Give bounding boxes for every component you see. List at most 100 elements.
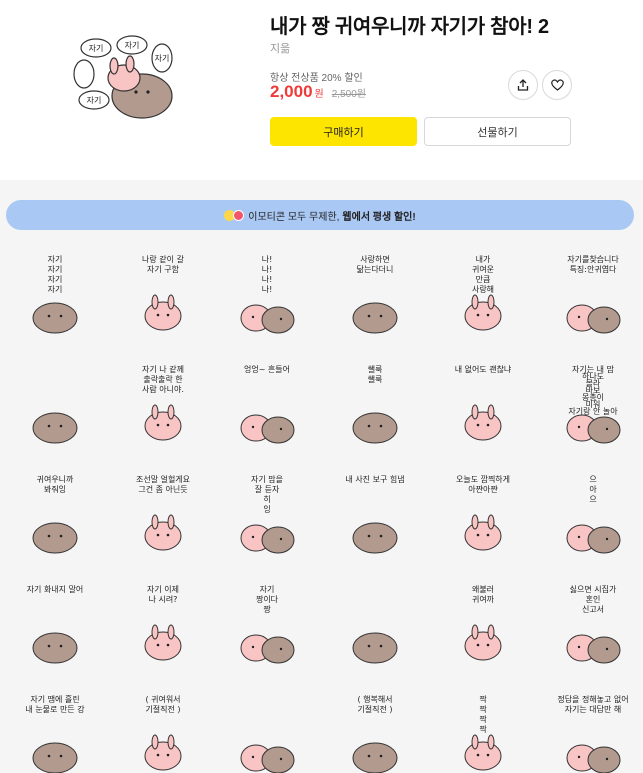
- sticker-slap[interactable]: 짝짝짝짝: [438, 690, 528, 773]
- sticker-text: 기절직전 ): [357, 704, 392, 714]
- sticker-dizzy[interactable]: [222, 690, 312, 773]
- sticker-text: 자기 구함: [147, 265, 180, 274]
- sticker-answer[interactable]: 정답을 정해놓고 없어 자기는 대답만 해: [548, 690, 638, 773]
- sticker-text: 엉엉~ 흔들어: [244, 364, 290, 374]
- sticker-twins[interactable]: 오늘도 깜찍하게 아쨘아쨘: [438, 470, 528, 560]
- thumb-text-3: 자기: [87, 96, 102, 105]
- promo-text: 이모티콘 모두 무제한,: [248, 211, 340, 223]
- sticker-text: 내가: [476, 255, 491, 264]
- sticker-text: 자기를찾습니다: [567, 254, 619, 264]
- sticker-fire[interactable]: 으아으: [548, 470, 638, 560]
- sticker-text: 잘 듣자: [255, 485, 280, 494]
- thumb-text-4: 자기: [155, 54, 170, 63]
- sticker-cold-now[interactable]: 자기 이제 나 시려?: [118, 580, 208, 670]
- sticker-hate-tired[interactable]: 싫으면 시집가 혼인 신고서: [548, 580, 638, 670]
- share-button[interactable]: [508, 70, 538, 100]
- sticker-text: 나!: [262, 285, 273, 294]
- sticker-text: 귀여까: [472, 594, 495, 604]
- sticker-content: 이모티콘 모두 무제한, 웹에서 평생 할인! 자기 자기 자기 자기 나랑 같이 갈자…: [0, 180, 643, 773]
- sticker-text: 내 눈물로 만든 강: [25, 704, 85, 714]
- sticker-text: 자기 맘을: [251, 474, 283, 484]
- sticker-text: ( 행복해서: [357, 694, 392, 704]
- sticker-thumbs[interactable]: 자기 짱이다 짱: [222, 580, 312, 670]
- sticker-text: 나 시려?: [149, 594, 178, 604]
- author-name[interactable]: 지읆: [270, 40, 290, 56]
- sticker-text: 으: [589, 475, 596, 484]
- sticker-text: 으: [589, 495, 596, 504]
- sticker-text: 내 사진 보구 힘냄: [345, 474, 404, 484]
- sticker-text: 자기 화내지 말어: [27, 584, 84, 594]
- sticker-text: 짝: [479, 694, 487, 704]
- sticker-text: ( 귀여워서: [145, 694, 180, 704]
- sticker-text: 혼인: [586, 594, 601, 604]
- promo-banner[interactable]: 이모티콘 모두 무제한, 웹에서 평생 할인!: [6, 200, 634, 230]
- thumb-text-2: 자기: [125, 41, 140, 50]
- sticker-typing[interactable]: 조선말 얼헐게요 그건 좀 아닌듯: [118, 470, 208, 560]
- sticker-text: 기절직전 ): [145, 704, 180, 714]
- sticker-text: 자기: [260, 585, 275, 594]
- sticker-text: 자기는 대답만 해: [565, 704, 622, 714]
- sticker-jagi-jagi[interactable]: 자기 자기 자기 자기: [10, 250, 100, 340]
- sticker-happy-dizzy[interactable]: ( 행복해서 기절직전 ): [330, 690, 420, 773]
- sticker-text: 자기 나 같께: [142, 364, 184, 374]
- sticker-cute-wink[interactable]: 귀여우니까 봐줘잉: [10, 470, 100, 560]
- sticker-text: 아쨘아쨘: [468, 484, 498, 494]
- price-row: 2,000 원 2,500원: [270, 82, 366, 102]
- sticker-text: 나랑 같이 갈: [142, 254, 185, 264]
- sticker-text: 히: [263, 494, 270, 504]
- sticker-text: 귀여운: [472, 264, 494, 274]
- sticker-whisper[interactable]: 자기는 내 맘 하나도 몰라 바보 몽총이 미워 자기랑 안 놀아: [548, 360, 638, 450]
- sticker-text: 왜불러: [472, 584, 494, 594]
- sticker-text: 자기랑 안 놀아: [568, 406, 618, 416]
- product-header: 자기 자기 자기 자기 내가 짱 귀여우니까 자기가 참아! 2 지읆 항상 전…: [0, 0, 643, 180]
- sticker-sign[interactable]: 자기 맘을 잘 듣자 히 잉: [222, 470, 312, 560]
- thumb-text-1: 자기: [89, 44, 104, 53]
- sticker-text: 조선말 얼헐게요: [136, 474, 190, 484]
- sticker-peek[interactable]: 내 없어도 괜찮냐: [438, 360, 528, 450]
- sticker-big-heart[interactable]: [10, 360, 100, 450]
- product-title: 내가 짱 귀여우니까 자기가 참아! 2: [270, 16, 549, 38]
- sticker-text: 자기: [48, 255, 63, 264]
- sticker-text: 귀여우니까: [37, 474, 74, 484]
- sticker-text: 쌜룩: [368, 365, 383, 374]
- sticker-pouting[interactable]: 엉엉~ 흔들어: [222, 360, 312, 450]
- sticker-hug-me[interactable]: 자기 화내지 말어: [10, 580, 100, 670]
- sticker-earth-love[interactable]: 내가 귀여운 만큼 사랑해: [438, 250, 528, 340]
- sticker-go-together[interactable]: 나랑 같이 갈 자기 구함: [118, 250, 208, 340]
- sticker-text: 정답을 정해놓고 없어: [557, 694, 628, 704]
- sticker-why[interactable]: 왜불러 귀여까: [438, 580, 528, 670]
- sticker-text: 싫으면 시집가: [570, 584, 617, 594]
- sticker-text: 나!: [262, 275, 273, 284]
- sticker-text: 오늘도 깜찍하게: [456, 474, 510, 484]
- heart-icon: [550, 79, 564, 91]
- gift-button[interactable]: 선물하기: [424, 117, 571, 146]
- sticker-text: 짝: [479, 704, 487, 714]
- sticker-love-you[interactable]: 사랑하면 닮는다더니: [330, 250, 420, 340]
- sticker-text: 사랑해: [472, 284, 494, 294]
- like-button[interactable]: [542, 70, 572, 100]
- sticker-text: 쌜룩: [368, 375, 383, 384]
- sticker-text: 닮는다더니: [357, 264, 394, 274]
- original-price: 2,500원: [331, 89, 366, 100]
- sticker-shy[interactable]: 쌜룩 쌜룩: [330, 360, 420, 450]
- sticker-text: 잉: [263, 504, 270, 514]
- buy-button[interactable]: 구매하기: [270, 117, 417, 146]
- sticker-jagi-sheep[interactable]: 자기 나 같께 출락출락 한 사람 아니야.: [118, 360, 208, 450]
- sticker-text: 짝: [479, 724, 487, 734]
- sticker-cute-now[interactable]: ( 귀여워서 기절직전 ): [118, 690, 208, 773]
- sticker-text: 자기 이제: [147, 584, 179, 594]
- sticker-text: 나!: [262, 265, 273, 274]
- sticker-text: 출락출락 한: [143, 374, 183, 384]
- sticker-text: 자기: [48, 285, 63, 294]
- sticker-na-na[interactable]: 나! 나! 나! 나!: [222, 250, 312, 340]
- sticker-river[interactable]: 자기 땜에 흘린 내 눈물로 만든 강: [10, 690, 100, 773]
- sticker-text: 짱이다: [256, 594, 279, 604]
- sticker-photo[interactable]: 내 사진 보구 힘냄: [330, 470, 420, 560]
- sticker-text: 짝: [479, 714, 487, 724]
- sticker-text: 짱: [263, 604, 271, 614]
- sticker-heart-hug[interactable]: [330, 580, 420, 670]
- share-icon: [517, 79, 529, 91]
- sticker-text: 사랑하면: [360, 254, 389, 264]
- sticker-looking-for-jagi[interactable]: 자기를찾습니다 특징:안귀엽다: [548, 250, 638, 340]
- sale-price: 2,000: [270, 82, 313, 101]
